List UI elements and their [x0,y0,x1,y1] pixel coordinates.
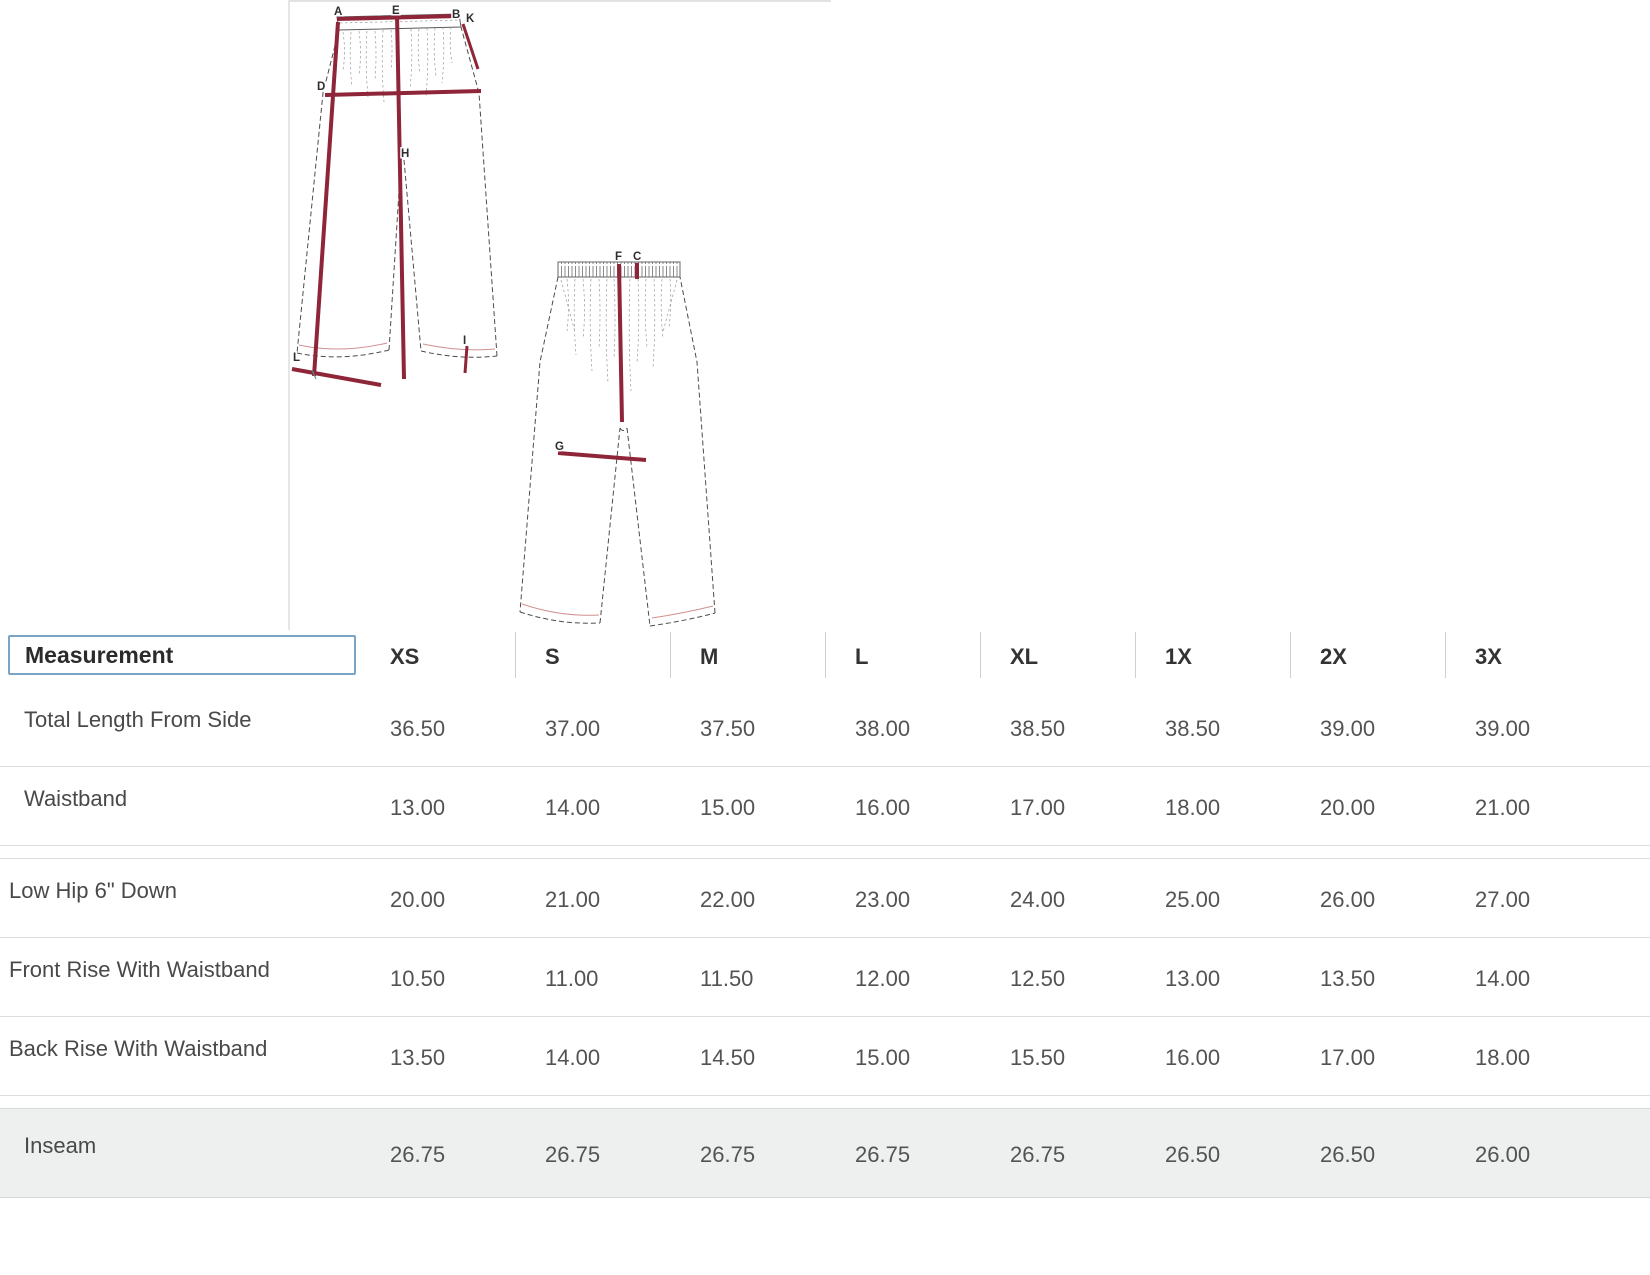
size-value: 38.50 [1010,716,1066,741]
panel-top-border [288,0,831,2]
size-value: 26.00 [1320,887,1376,912]
measure-line-side-length [312,21,340,377]
size-value: 26.75 [390,1142,446,1167]
row-label: Low Hip 6" Down [9,878,177,903]
size-value: 26.00 [1475,1142,1531,1167]
size-value: 20.00 [390,887,446,912]
size-header-1x: 1X [1135,628,1290,688]
pants-back-diagram: F C G [519,250,716,627]
size-value: 37.00 [545,716,601,741]
measure-line-back-rise [617,263,624,423]
table-row: Waistband 13.00 14.00 15.00 16.00 17.00 … [0,767,1650,846]
measure-line-hem-width [291,367,382,387]
size-value: 38.00 [855,716,911,741]
table-row: Low Hip 6" Down 20.00 21.00 22.00 23.00 … [0,858,1650,938]
row-label: Front Rise With Waistband [9,957,270,982]
size-value: 36.50 [390,716,446,741]
measure-label-f: F [615,251,622,263]
size-chart-page: A E B K D H L I F C G Measurement XS S M… [0,0,1650,1275]
size-header-xl: XL [980,628,1135,688]
measure-label-e: E [392,5,400,17]
size-value: 12.00 [855,966,911,991]
size-value: 17.00 [1320,1045,1376,1070]
measure-label-g: G [555,441,564,453]
measurement-header-cell[interactable]: Measurement [0,628,360,688]
measure-label-h: H [401,148,409,160]
size-header-xs: XS [390,644,420,669]
size-value: 20.00 [1320,795,1376,820]
size-value: 14.00 [1475,966,1531,991]
table-row: Total Length From Side 36.50 37.00 37.50… [0,688,1650,767]
measure-line-center-length [395,13,406,380]
size-value: 22.00 [700,887,756,912]
size-value: 13.00 [390,795,446,820]
size-value: 16.00 [1165,1045,1221,1070]
size-value: 23.00 [855,887,911,912]
measure-label-k: K [466,13,475,25]
measure-line-g [557,451,647,462]
size-value: 26.75 [700,1142,756,1167]
row-label: Waistband [24,786,128,811]
size-header-2x: 2X [1290,628,1445,688]
size-value: 13.50 [1320,966,1376,991]
size-value: 37.50 [700,716,756,741]
size-value: 18.00 [1165,795,1221,820]
row-spacer [0,1096,1650,1108]
size-value: 17.00 [1010,795,1066,820]
size-value: 26.75 [1010,1142,1066,1167]
table-row-alt: Inseam 26.75 26.75 26.75 26.75 26.75 26.… [0,1108,1650,1198]
size-value: 15.00 [855,1045,911,1070]
size-value: 12.50 [1010,966,1066,991]
size-value: 16.00 [855,795,911,820]
row-label: Back Rise With Waistband [9,1036,268,1061]
size-header-l: L [825,628,980,688]
size-value: 13.00 [1165,966,1221,991]
size-value: 26.50 [1165,1142,1221,1167]
row-label: Inseam [24,1133,97,1158]
size-chart-table: Measurement XS S M L XL 1X 2X 3X Total L… [0,628,1650,1198]
measure-label-d: D [317,81,325,93]
size-value: 27.00 [1475,887,1531,912]
size-value: 24.00 [1010,887,1066,912]
measure-label-a: A [334,6,342,18]
measure-label-l: L [293,352,300,364]
size-value: 11.00 [545,966,599,991]
size-value: 14.00 [545,795,601,820]
measure-line-k [461,23,480,70]
table-row: Back Rise With Waistband 13.50 14.00 14.… [0,1017,1650,1096]
pants-front-diagram: A E B K D H L I [291,5,498,387]
measure-line-i [463,345,469,374]
table-header-row: Measurement XS S M L XL 1X 2X 3X [0,628,1650,688]
size-value: 39.00 [1320,716,1376,741]
size-value: 11.50 [700,966,754,991]
size-header-m: M [670,628,825,688]
size-value: 39.00 [1475,716,1531,741]
size-value: 21.00 [1475,795,1531,820]
size-value: 26.50 [1320,1142,1376,1167]
measure-label-c: C [633,251,641,263]
size-value: 15.50 [1010,1045,1066,1070]
size-value: 10.50 [390,966,446,991]
size-header-s: S [515,628,670,688]
size-value: 26.75 [545,1142,601,1167]
row-spacer [0,846,1650,858]
size-value: 38.50 [1165,716,1221,741]
size-value: 21.00 [545,887,601,912]
size-value: 14.00 [545,1045,601,1070]
size-value: 13.50 [390,1045,446,1070]
size-value: 26.75 [855,1142,911,1167]
table-row: Front Rise With Waistband 10.50 11.00 11… [0,938,1650,1017]
size-value: 25.00 [1165,887,1221,912]
size-value: 14.50 [700,1045,756,1070]
size-header-3x: 3X [1445,628,1650,688]
measure-line-hip [324,89,482,97]
size-value: 15.00 [700,795,756,820]
measurement-header-box[interactable]: Measurement [8,635,356,675]
measure-label-i: I [463,335,466,347]
size-value: 18.00 [1475,1045,1531,1070]
row-label: Total Length From Side [24,707,252,732]
measure-label-b: B [452,9,460,21]
